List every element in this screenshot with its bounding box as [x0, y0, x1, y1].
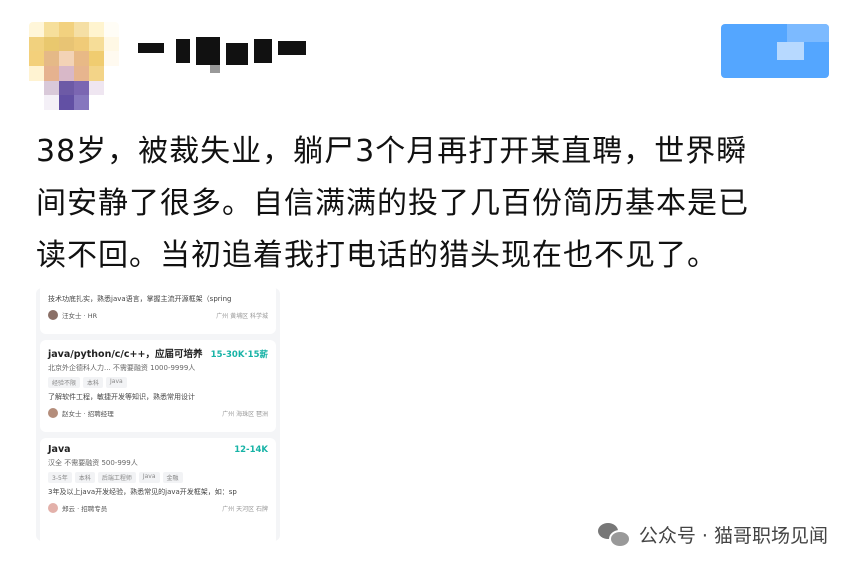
recruiter: 汪女士 · HR	[48, 310, 97, 320]
watermark: 公众号 · 猫哥职场见闻	[597, 520, 828, 548]
job-tag: 本科	[83, 377, 104, 388]
job-description: 技术功底扎实，熟悉java语言，掌握主流开源框架（spring	[48, 295, 232, 303]
job-tag: 金融	[162, 472, 183, 483]
recruiter-name: 汪女士 · HR	[62, 312, 98, 320]
recruiter-row: 赵女士 · 招聘经理 广州 海珠区 琶洲	[48, 408, 268, 418]
post-screenshot: 38岁，被裁失业，躺尸3个月再打开某直聘，世界瞬 间安静了很多。自信满满的投了几…	[0, 0, 856, 569]
post-line: 38岁，被裁失业，躺尸3个月再打开某直聘，世界瞬	[36, 134, 748, 169]
job-tag: 本科	[74, 472, 95, 483]
recruiter-name: 郑云 · 招聘专员	[62, 505, 108, 513]
recruiter-avatar	[48, 503, 58, 513]
job-tag: 后端工程师	[97, 472, 136, 483]
post-line: 读不回。当初追着我打电话的猎头现在也不见了。	[36, 238, 718, 273]
job-card[interactable]: 技术功底扎实，熟悉java语言，掌握主流开源框架（spring 汪女士 · HR…	[40, 288, 276, 334]
job-card[interactable]: java/python/c/c++，应届可培养 15-30K·15薪 北京外企德…	[40, 340, 276, 432]
job-location: 广州 天河区 石牌	[222, 505, 268, 513]
job-title: java/python/c/c++，应届可培养	[48, 349, 203, 360]
job-card[interactable]: Java 12-14K 汉全 不需要融资 500-999人 3-5年 本科 后端…	[40, 438, 276, 541]
post-body: 38岁，被裁失业，躺尸3个月再打开某直聘，世界瞬 间安静了很多。自信满满的投了几…	[36, 126, 826, 282]
recruiter-row: 汪女士 · HR 广州 黄埔区 科学城	[48, 310, 268, 320]
avatar[interactable]	[29, 22, 119, 110]
watermark-text: 公众号 · 猫哥职场见闻	[638, 524, 828, 547]
job-list-screenshot: 技术功底扎实，熟悉java语言，掌握主流开源框架（spring 汪女士 · HR…	[36, 288, 280, 541]
job-header: java/python/c/c++，应届可培养 15-30K·15薪	[48, 346, 268, 360]
company-info: 汉全 不需要融资 500-999人	[48, 459, 138, 467]
job-title: Java	[48, 444, 71, 455]
job-tag: 3-5年	[48, 472, 72, 483]
recruiter-avatar	[48, 310, 58, 320]
job-tag: 经验不限	[48, 377, 81, 388]
recruiter: 郑云 · 招聘专员	[48, 503, 107, 513]
wechat-icon	[597, 520, 631, 548]
job-salary: 12-14K	[234, 445, 268, 455]
job-tag: Java	[106, 377, 127, 388]
recruiter-row: 郑云 · 招聘专员 广州 天河区 石牌	[48, 503, 268, 513]
job-salary: 15-30K·15薪	[210, 350, 268, 360]
job-tags: 经验不限 本科 Java	[48, 377, 268, 388]
job-location: 广州 黄埔区 科学城	[216, 312, 268, 320]
job-description: 3年及以上java开发经验，熟悉常见的java开发框架，如：sp	[48, 488, 237, 496]
job-location: 广州 海珠区 琶洲	[222, 410, 268, 418]
job-tags: 3-5年 本科 后端工程师 Java 金融	[48, 472, 268, 483]
recruiter-name: 赵女士 · 招聘经理	[62, 410, 114, 418]
company-info: 北京外企德科人力... 不需要融资 1000-9999人	[48, 364, 196, 372]
recruiter-avatar	[48, 408, 58, 418]
job-header: Java 12-14K	[48, 444, 268, 455]
username-redacted	[138, 35, 316, 75]
job-tag: Java	[138, 472, 160, 483]
recruiter: 赵女士 · 招聘经理	[48, 408, 114, 418]
job-description: 了解软件工程，敏捷开发等知识，熟悉常用设计	[48, 393, 195, 401]
follow-button[interactable]	[721, 24, 829, 78]
post-line: 间安静了很多。自信满满的投了几百份简历基本是已	[36, 186, 749, 221]
